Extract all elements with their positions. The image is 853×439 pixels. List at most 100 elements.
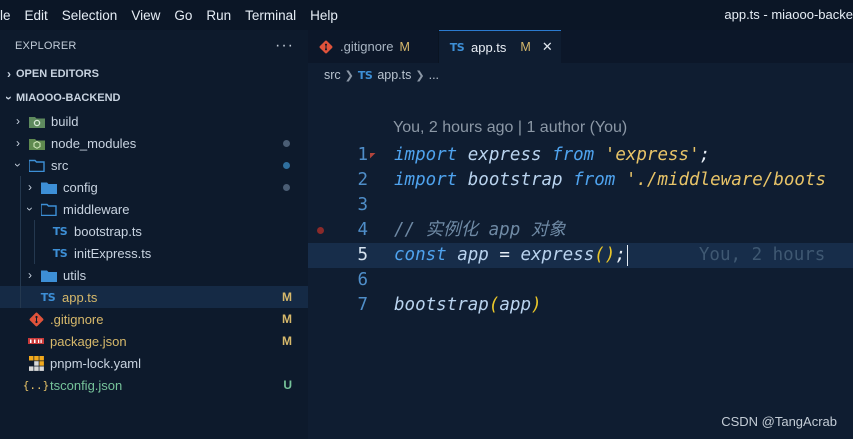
indent-guide	[20, 264, 21, 286]
open-editors-label: OPEN EDITORS	[16, 68, 99, 80]
tree-label: pnpm-lock.yaml	[50, 355, 142, 371]
code-line-6[interactable]: 6	[308, 268, 853, 293]
folder-icon	[41, 179, 57, 195]
status-dot	[283, 183, 290, 191]
code-line-2[interactable]: 2 import bootstrap from './middleware/bo…	[308, 168, 853, 193]
menu-file[interactable]: le	[0, 8, 18, 23]
typescript-icon: TS	[449, 40, 465, 54]
tree-item-initexpress-ts[interactable]: TS initExpress.ts	[0, 242, 308, 264]
tree-label: config	[63, 179, 98, 195]
json-icon: {..}	[22, 378, 50, 392]
indent-guide	[34, 242, 35, 264]
inline-blame: You, 2 hours	[698, 245, 826, 265]
line-number: 2	[357, 170, 368, 190]
watermark: CSDN @TangAcrab	[721, 414, 837, 429]
line-number: 4	[357, 220, 368, 240]
indent-guide	[20, 176, 21, 198]
tree-item-config[interactable]: › config	[0, 176, 308, 198]
tree-label: node_modules	[51, 135, 137, 151]
code-line-4[interactable]: 4 // 实例化 app 对象	[308, 218, 853, 243]
pnpm-icon	[28, 355, 44, 371]
typescript-icon: TS	[52, 246, 68, 260]
typescript-icon: TS	[40, 290, 56, 304]
close-icon[interactable]: ✕	[542, 39, 553, 55]
typescript-icon: TS	[52, 224, 68, 238]
breadcrumb-file[interactable]: app.ts	[377, 68, 411, 82]
chevron-right-icon: ›	[7, 67, 11, 81]
menu-selection[interactable]: Selection	[55, 8, 125, 23]
tab-label: app.ts	[471, 39, 507, 55]
git-icon	[28, 311, 44, 327]
code-text: import bootstrap from './middleware/boot…	[394, 170, 827, 190]
explorer-title: EXPLORER	[15, 40, 77, 52]
tree-label: package.json	[50, 333, 127, 349]
tree-item-node-modules[interactable]: › node_modules	[0, 132, 308, 154]
code-text: bootstrap(app)	[394, 295, 542, 315]
code-line-3[interactable]: 3	[308, 193, 853, 218]
code-editor[interactable]: You, 2 hours ago | 1 author (You) 1 ◤ im…	[308, 118, 853, 439]
menu-view[interactable]: View	[124, 8, 167, 23]
tree-label: tsconfig.json	[50, 377, 123, 393]
line-number: 3	[357, 195, 368, 215]
breadcrumb: src ❯ TS app.ts ❯ ...	[308, 63, 853, 87]
project-label: MIAOOO-BACKEND	[16, 92, 121, 104]
tree-item-utils[interactable]: › utils	[0, 264, 308, 286]
code-line-1[interactable]: 1 ◤ import express from 'express';	[308, 143, 853, 168]
tree-label: utils	[63, 267, 87, 283]
indent-guide	[20, 242, 21, 264]
menu-edit[interactable]: Edit	[18, 8, 55, 23]
open-folder-icon	[29, 157, 45, 173]
tree-item-src[interactable]: › src	[0, 154, 308, 176]
tree-item-middleware[interactable]: › middleware	[0, 198, 308, 220]
tree-item-package-json[interactable]: package.json M	[0, 330, 308, 352]
breadcrumb-tail[interactable]: ...	[429, 68, 439, 82]
window-title: app.ts - miaooo-backe	[724, 7, 853, 22]
open-editors-section[interactable]: › OPEN EDITORS	[0, 62, 308, 86]
tree-label: .gitignore	[50, 311, 104, 327]
menu-go[interactable]: Go	[167, 8, 199, 23]
menu-help[interactable]: Help	[303, 8, 345, 23]
tree-label: build	[51, 113, 79, 129]
status-dot	[283, 139, 290, 147]
tree-item-tsconfig[interactable]: {..} tsconfig.json U	[0, 374, 308, 396]
indent-guide	[20, 220, 21, 242]
tree-item-bootstrap-ts[interactable]: TS bootstrap.ts	[0, 220, 308, 242]
tree-item-gitignore[interactable]: .gitignore M	[0, 308, 308, 330]
chevron-down-icon: ›	[2, 96, 16, 100]
git-status-badge: M	[282, 290, 292, 304]
tab-status: M	[399, 39, 410, 54]
git-status-badge: M	[282, 334, 292, 348]
open-folder-icon	[41, 201, 57, 217]
menu-terminal[interactable]: Terminal	[238, 8, 303, 23]
code-text: const app = express(); You, 2 hours	[394, 244, 826, 266]
diff-deleted-marker-icon: ◤	[370, 151, 376, 161]
git-icon	[318, 39, 334, 55]
npm-icon	[28, 333, 44, 349]
tab-app-ts[interactable]: TS app.ts M ✕	[439, 30, 561, 63]
chevron-right-icon: ›	[16, 136, 20, 150]
status-dot	[283, 161, 290, 169]
chevron-down-icon: ›	[11, 163, 25, 167]
git-blame-codelens[interactable]: You, 2 hours ago | 1 author (You)	[393, 119, 627, 137]
explorer-header: EXPLORER ···	[0, 30, 308, 62]
code-text: import express from 'express';	[394, 145, 711, 165]
tab-bar: .gitignore M TS app.ts M ✕	[308, 30, 853, 63]
line-number: 5	[357, 245, 368, 265]
menu-run[interactable]: Run	[199, 8, 238, 23]
git-status-badge: M	[282, 312, 292, 326]
indent-guide	[20, 198, 21, 220]
line-number: 1	[357, 145, 368, 165]
chevron-right-icon: ›	[16, 114, 20, 128]
tree-label: bootstrap.ts	[74, 223, 142, 239]
code-line-5[interactable]: 5 const app = express(); You, 2 hours	[308, 243, 853, 268]
code-line-7[interactable]: 7 bootstrap(app)	[308, 293, 853, 318]
project-section[interactable]: › MIAOOO-BACKEND	[0, 86, 308, 110]
breadcrumb-folder[interactable]: src	[324, 68, 341, 82]
tree-item-pnpm-lock[interactable]: pnpm-lock.yaml	[0, 352, 308, 374]
build-folder-icon	[29, 113, 45, 129]
tree-item-build[interactable]: › build	[0, 110, 308, 132]
more-actions-icon[interactable]: ···	[275, 37, 294, 55]
tab-gitignore[interactable]: .gitignore M	[308, 30, 439, 63]
text-cursor	[626, 244, 628, 266]
tree-item-app-ts[interactable]: TS app.ts M	[0, 286, 308, 308]
